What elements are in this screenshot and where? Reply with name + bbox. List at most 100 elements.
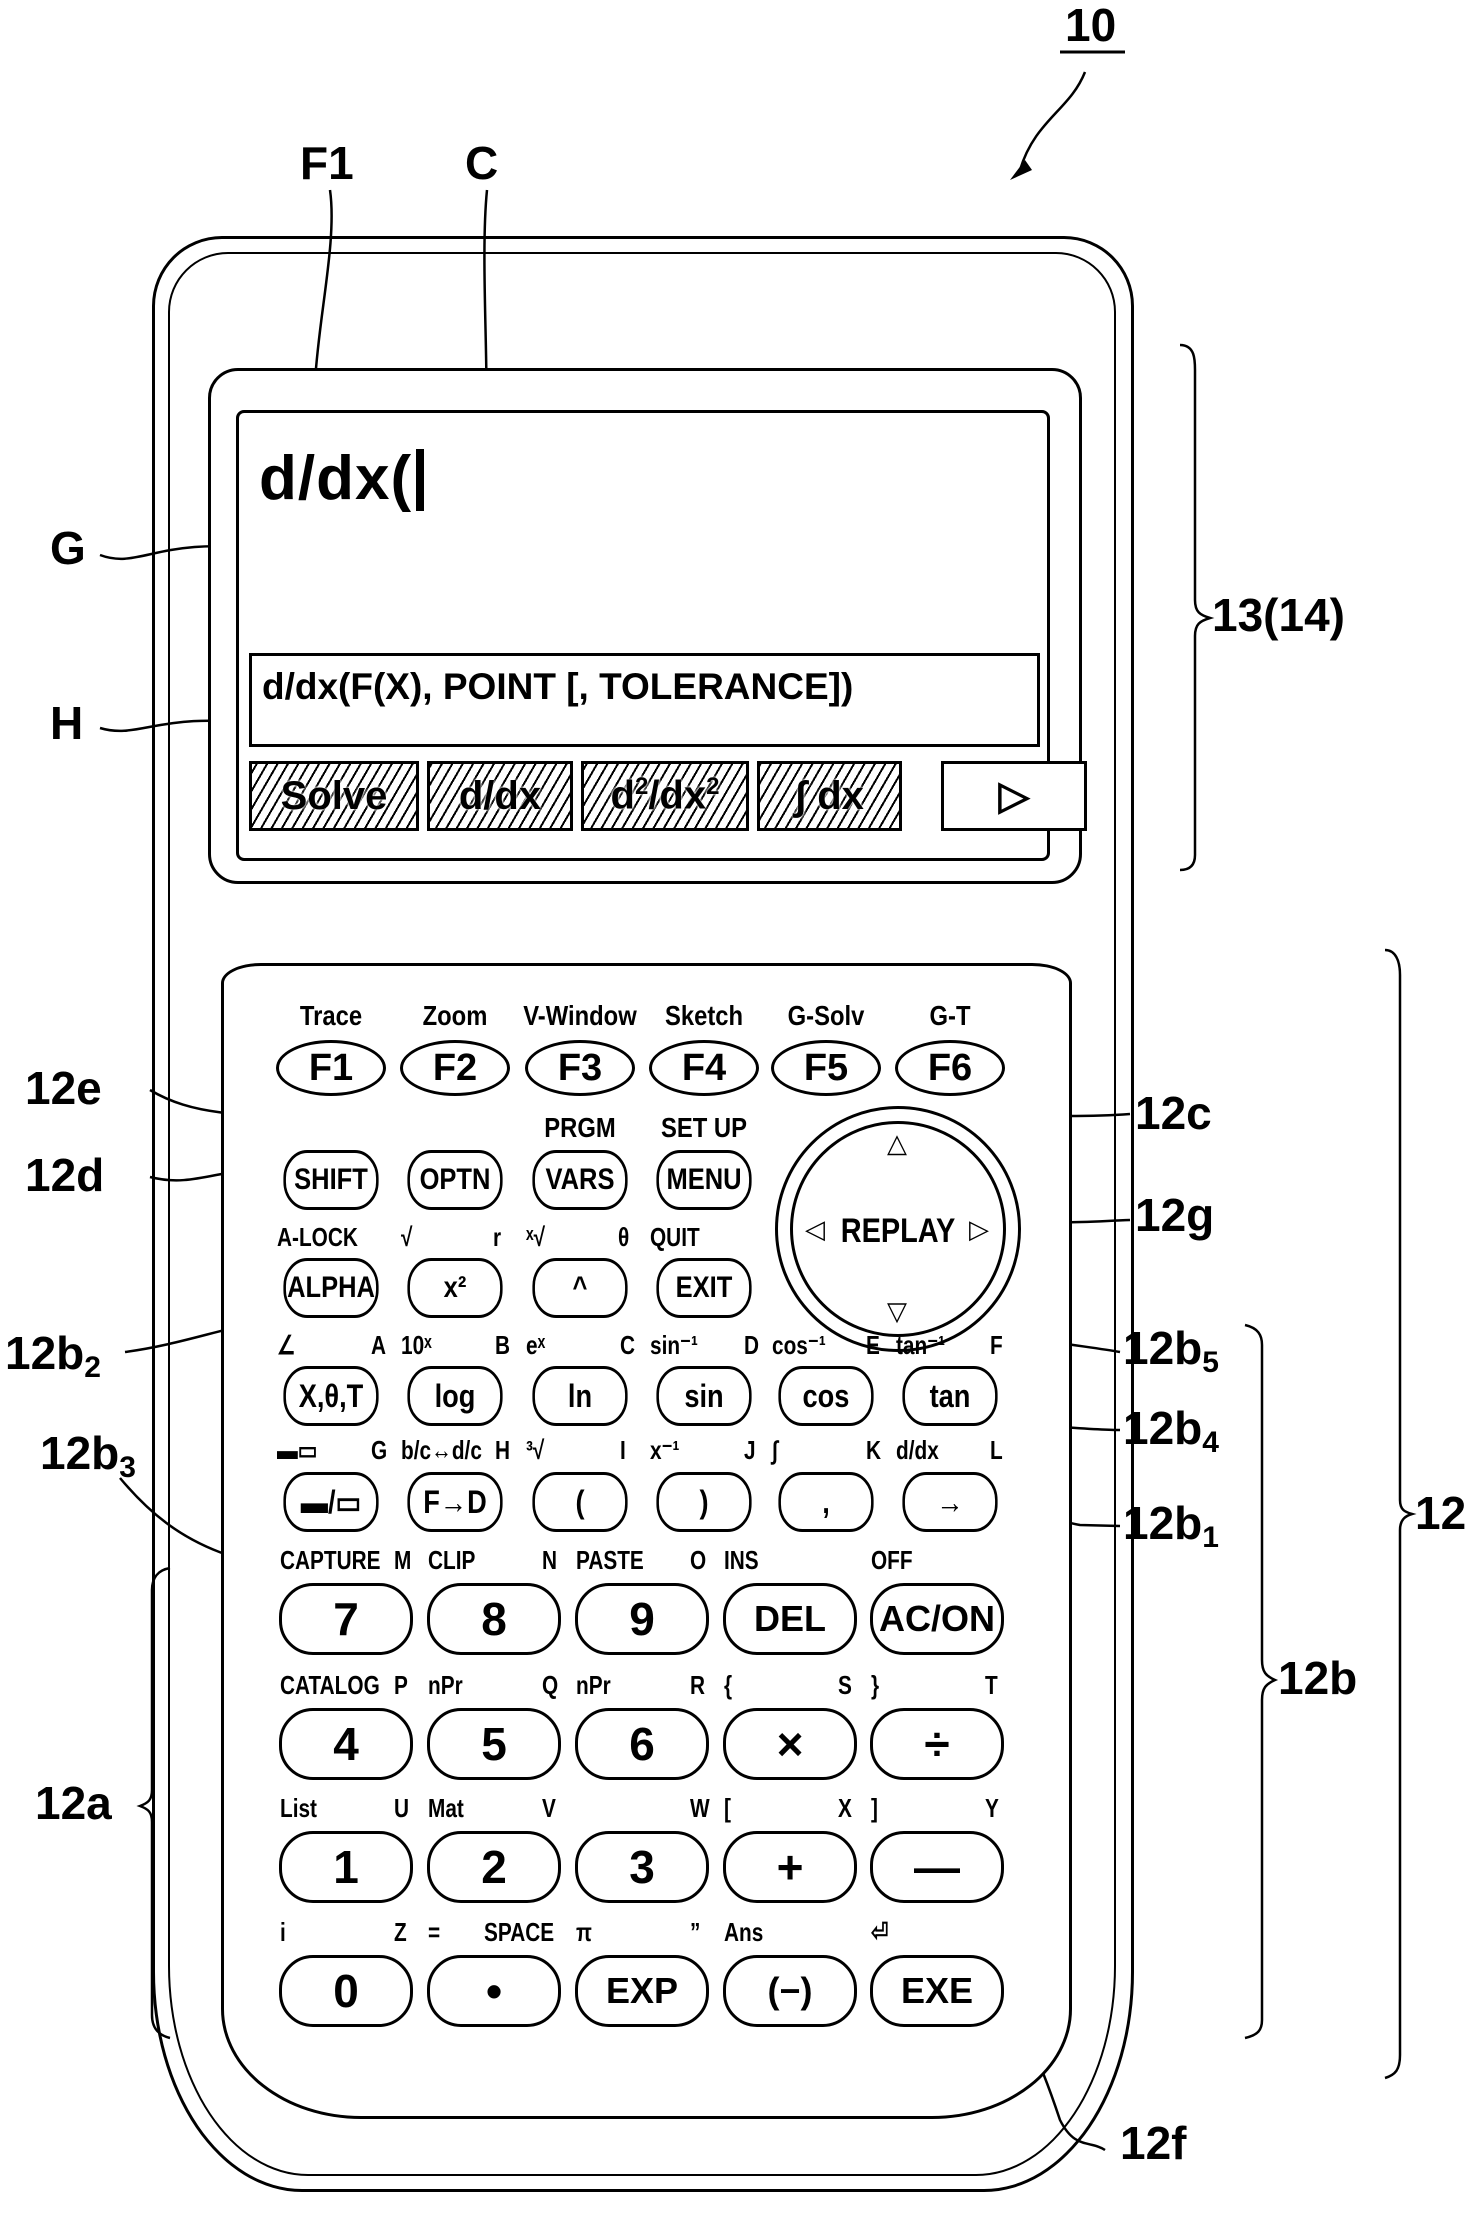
key-sym[interactable]: →: [902, 1472, 998, 1532]
alpha-label-n: N: [542, 1545, 558, 1575]
key-exp[interactable]: EXP: [575, 1955, 709, 2027]
shift-label-list: List: [280, 1793, 317, 1823]
shift-label-mat: Mat: [428, 1793, 464, 1823]
display-screen: d/dx( d/dx(F(X), POINT [, TOLERANCE]) So…: [236, 410, 1087, 861]
key-f-d[interactable]: F→D: [407, 1472, 503, 1532]
key-4[interactable]: 4: [279, 1708, 413, 1780]
shift-label-npr: nPr: [576, 1670, 611, 1700]
shift-label-ans: Ans: [724, 1917, 764, 1947]
key-menu[interactable]: MENU: [656, 1150, 752, 1210]
ref-12b2: 12b2: [5, 1327, 101, 1384]
alpha-label-v: V: [542, 1793, 556, 1823]
alpha-label-i: I: [620, 1435, 626, 1465]
alpha-label-z: Z: [394, 1917, 407, 1947]
key-f1[interactable]: F1: [276, 1040, 386, 1096]
key-f3[interactable]: F3: [525, 1040, 635, 1096]
key-sym[interactable]: (−): [723, 1955, 857, 2027]
fkey-label-trace: Trace: [299, 1000, 363, 1031]
ref-12b5: 12b5: [1123, 1322, 1219, 1379]
key-0[interactable]: 0: [279, 1955, 413, 2027]
key-shift[interactable]: SHIFT: [283, 1150, 379, 1210]
key-sym[interactable]: ×: [723, 1708, 857, 1780]
arrow-up-icon[interactable]: △: [887, 1128, 907, 1159]
key-tan[interactable]: tan: [902, 1366, 998, 1426]
key-sym[interactable]: ▬/▭: [283, 1472, 379, 1532]
ref-c: C: [465, 137, 499, 189]
ref-12b: 12b: [1278, 1652, 1358, 1704]
key-log[interactable]: log: [407, 1366, 503, 1426]
key-sym[interactable]: ÷: [870, 1708, 1004, 1780]
alpha-label-y: Y: [985, 1793, 999, 1823]
syntax-help-box: d/dx(F(X), POINT [, TOLERANCE]): [249, 653, 1040, 747]
alpha-label-t: T: [985, 1670, 998, 1700]
key-x[interactable]: x²: [407, 1258, 503, 1318]
replay-dpad-inner: △ ▽ ◁ ▷ REPLAY: [790, 1121, 1006, 1337]
ref-12d: 12d: [25, 1149, 105, 1201]
fkey-label-sketch: Sketch: [664, 1000, 744, 1031]
key-f5[interactable]: F5: [771, 1040, 881, 1096]
key-alpha[interactable]: ALPHA: [283, 1258, 379, 1318]
ref-12f: 12f: [1120, 2117, 1187, 2169]
shift-label-sym: π: [576, 1917, 592, 1947]
shift-label-sym: =: [428, 1917, 441, 1947]
key-ac-on[interactable]: AC/ON: [870, 1583, 1004, 1655]
alpha-label-r: r: [493, 1222, 502, 1252]
ref-h: H: [50, 697, 84, 749]
key-sym[interactable]: —: [870, 1831, 1004, 1903]
shift-label-capture: CAPTURE: [280, 1545, 381, 1575]
shift-label-b-c-d-c: b/c↔d/c: [401, 1435, 482, 1465]
key-f6[interactable]: F6: [895, 1040, 1005, 1096]
key-sym[interactable]: ,: [778, 1472, 874, 1532]
key-5[interactable]: 5: [427, 1708, 561, 1780]
softkey-d2-dx2[interactable]: d2/dx2: [581, 761, 749, 831]
shift-label-sym: ⏎: [871, 1917, 889, 1947]
key-exit[interactable]: EXIT: [656, 1258, 752, 1318]
alpha-label-r: R: [690, 1670, 706, 1700]
ref-g: G: [50, 522, 86, 574]
key-sin[interactable]: sin: [656, 1366, 752, 1426]
shift-label-catalog: CATALOG: [280, 1670, 380, 1700]
key-del[interactable]: DEL: [723, 1583, 857, 1655]
key-sym[interactable]: +: [723, 1831, 857, 1903]
shift-label-sym: ˣ√: [526, 1222, 546, 1252]
key-1[interactable]: 1: [279, 1831, 413, 1903]
replay-dpad[interactable]: △ ▽ ◁ ▷ REPLAY: [775, 1106, 1021, 1352]
arrow-down-icon[interactable]: ▽: [887, 1296, 907, 1327]
ref-12b1: 12b1: [1123, 1497, 1219, 1554]
softkey-d-dx[interactable]: d/dx: [427, 761, 573, 831]
key-x-t[interactable]: X,θ,T: [283, 1366, 379, 1426]
shift-label-sym: ³√: [526, 1435, 545, 1465]
shift-label-npr: nPr: [428, 1670, 463, 1700]
softkey-integral-dx[interactable]: ∫ dx: [757, 761, 902, 831]
key-8[interactable]: 8: [427, 1583, 561, 1655]
key-f2[interactable]: F2: [400, 1040, 510, 1096]
key-sym[interactable]: •: [427, 1955, 561, 2027]
key-6[interactable]: 6: [575, 1708, 709, 1780]
key-sym[interactable]: ): [656, 1472, 752, 1532]
key-9[interactable]: 9: [575, 1583, 709, 1655]
alpha-label-x: X: [838, 1793, 852, 1823]
softkey-solve[interactable]: Solve: [249, 761, 419, 831]
key-2[interactable]: 2: [427, 1831, 561, 1903]
alpha-label-a: A: [371, 1330, 387, 1360]
key-7[interactable]: 7: [279, 1583, 413, 1655]
alpha-label-u: U: [394, 1793, 410, 1823]
key-sym[interactable]: (: [532, 1472, 628, 1532]
key-exe[interactable]: EXE: [870, 1955, 1004, 2027]
key-sym[interactable]: ^: [532, 1258, 628, 1318]
key-optn[interactable]: OPTN: [407, 1150, 503, 1210]
shift-label-set-up: SET UP: [661, 1112, 747, 1143]
shift-label-off: OFF: [871, 1545, 913, 1575]
alpha-label-p: P: [394, 1670, 408, 1700]
alpha-label-j: J: [744, 1435, 756, 1465]
softkey-next[interactable]: ▷: [941, 761, 1087, 831]
key-3[interactable]: 3: [575, 1831, 709, 1903]
shift-label-a-lock: A-LOCK: [277, 1222, 358, 1252]
ref-display: 13(14): [1212, 589, 1345, 641]
key-vars[interactable]: VARS: [532, 1150, 628, 1210]
key-f4[interactable]: F4: [649, 1040, 759, 1096]
key-ln[interactable]: ln: [532, 1366, 628, 1426]
shift-label-sym: ∠: [277, 1330, 296, 1360]
key-cos[interactable]: cos: [778, 1366, 874, 1426]
fkey-label-g-solv: G-Solv: [787, 1000, 865, 1031]
